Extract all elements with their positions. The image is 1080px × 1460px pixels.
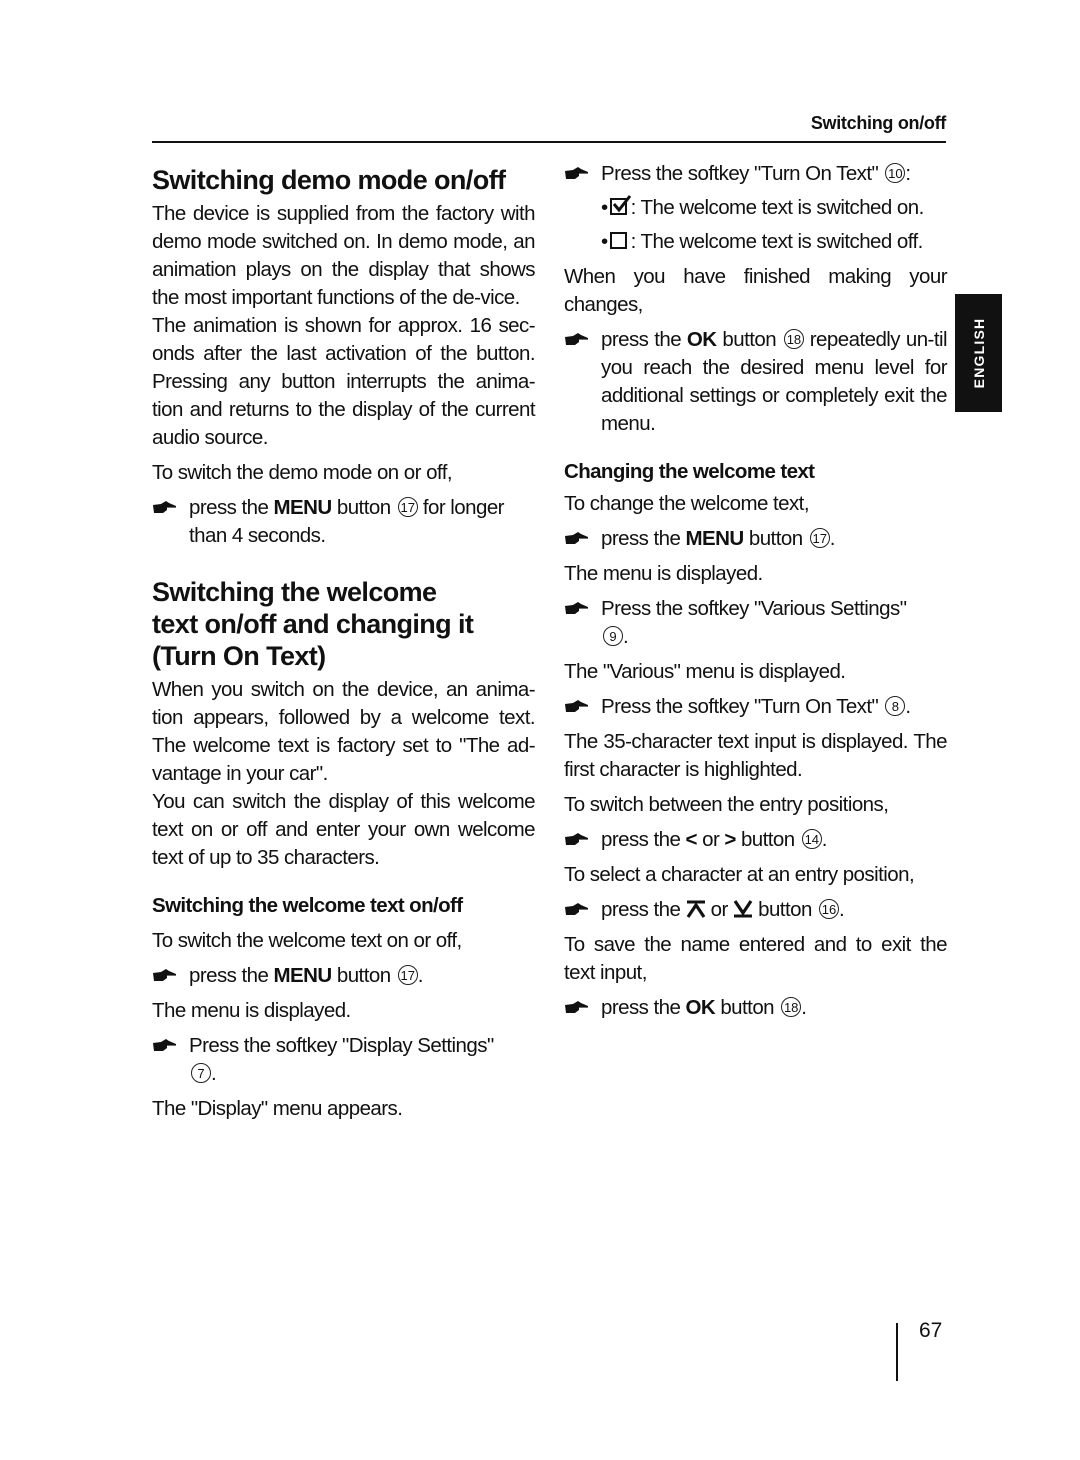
pointing-hand-icon [564,331,589,349]
paragraph: The device is supplied from the factory … [152,202,536,309]
left-arrow-icon: < [685,828,698,851]
left-column: Switching demo mode on/off The device is… [152,160,536,1123]
key-label: MENU [273,496,333,519]
instruction-intro: When you have finished making your chang… [564,265,948,316]
pointing-hand-icon [564,600,589,618]
pointing-hand-icon [564,831,589,849]
instruction-step: press the < or > button 14. [564,826,947,854]
pointing-hand-icon [152,499,177,517]
pointing-hand-icon [564,901,589,919]
callout-number: 18 [783,329,804,349]
callout-number: 16 [818,899,839,919]
up-arrow-icon [686,900,705,918]
manual-page: Switching on/off Switching demo mode on/… [0,0,1080,1460]
instruction-intro: To save the name entered and to exit the… [564,933,948,984]
callout-number: 7 [191,1063,211,1083]
callout-number: 17 [397,965,418,985]
pointing-hand-icon [152,967,177,985]
heading-demo-mode: Switching demo mode on/off [152,165,506,195]
key-label: OK [685,996,716,1019]
instruction-intro: To switch the demo mode on or off, [152,461,453,484]
instruction-step: Press the softkey "Turn On Text" 8. [564,693,947,721]
instruction-step: Press the softkey "Turn On Text" 10: [564,160,947,188]
instruction-step: press the MENU button 17 for longer than… [152,494,535,550]
instruction-step: Press the softkey "Various Settings" 9. [564,595,947,651]
header-divider [152,141,946,143]
subheading-change-welcome: Changing the welcome text [564,460,815,483]
callout-number: 10 [885,163,906,183]
callout-number: 9 [603,626,623,646]
result-text: The "Various" menu is displayed. [564,660,846,683]
running-header: Switching on/off [810,113,946,133]
callout-number: 17 [809,528,830,548]
pointing-hand-icon [152,1037,177,1055]
instruction-step: press the OK button 18. [564,994,947,1022]
pointing-hand-icon [564,698,589,716]
heading-welcome-text: Switching the welcome text on/off and ch… [152,577,474,671]
key-label: MENU [685,527,745,550]
result-text: The 35-character text input is displayed… [564,730,948,781]
pointing-hand-icon [564,999,589,1017]
page-number: 67 [919,1319,943,1342]
paragraph: The animation is shown for approx. 16 se… [152,314,536,449]
result-text: The menu is displayed. [564,562,763,585]
pointing-hand-icon [564,530,589,548]
instruction-intro: To select a character at an entry positi… [564,863,915,886]
callout-number: 14 [801,829,822,849]
instruction-intro: To change the welcome text, [564,492,810,515]
instruction-step: press the OK button 18 repeatedly un-til… [564,326,948,438]
option-off: •: The welcome text is switched off. [601,230,923,253]
callout-number: 18 [781,997,802,1017]
key-label: MENU [273,964,333,987]
right-column: Press the softkey "Turn On Text" 10: •: … [564,160,948,1022]
instruction-step: Press the softkey "Display Settings" 7. [152,1032,535,1088]
paragraph: You can switch the display of this welco… [152,790,536,869]
right-arrow-icon: > [724,828,736,851]
callout-number: 8 [885,696,906,716]
instruction-intro: To switch the welcome text on or off, [152,929,462,952]
paragraph: When you switch on the device, an anima-… [152,678,536,785]
callout-number: 17 [397,497,418,517]
instruction-step: press the MENU button 17. [152,962,535,990]
instruction-step: press the MENU button 17. [564,525,947,553]
pointing-hand-icon [564,165,589,183]
result-text: The "Display" menu appears. [152,1097,403,1120]
subheading-welcome-onoff: Switching the welcome text on/off [152,894,463,917]
checkbox-empty-icon [609,232,627,249]
instruction-step: press the or button 16. [564,896,947,924]
option-on: •: The welcome text is switched on. [601,195,924,219]
result-text: The menu is displayed. [152,999,351,1022]
language-tab: ENGLISH [955,294,1002,412]
key-label: OK [686,328,717,351]
down-arrow-icon [733,900,753,918]
footer-divider [896,1323,898,1381]
instruction-intro: To switch between the entry positions, [564,793,889,816]
checkbox-checked-icon [609,195,631,215]
